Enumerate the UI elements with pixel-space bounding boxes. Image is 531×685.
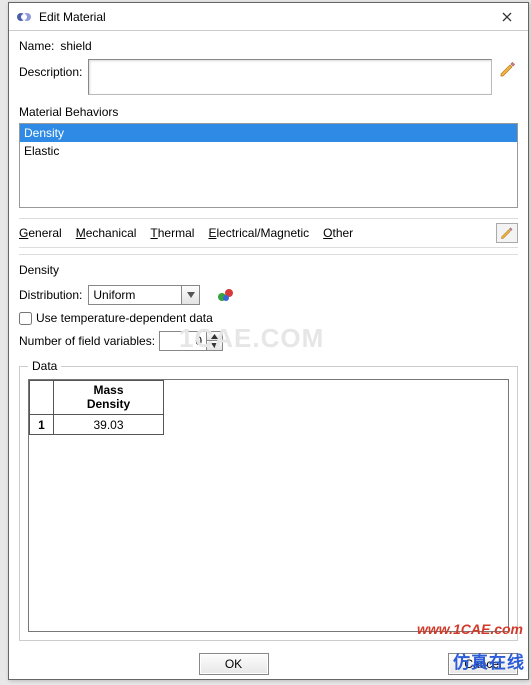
table-row[interactable]: 1 39.03: [30, 415, 164, 435]
dialog-body: Name: shield Description: Material Behav…: [9, 31, 528, 649]
field-vars-up[interactable]: [207, 331, 223, 341]
menu-general[interactable]: General: [19, 226, 62, 240]
edit-description-button[interactable]: [498, 59, 518, 79]
menu-mechanical[interactable]: Mechanical: [76, 226, 137, 240]
edit-material-window: Edit Material Name: shield Description: …: [8, 2, 529, 680]
behaviors-label: Material Behaviors: [19, 105, 518, 119]
distribution-icon[interactable]: [216, 285, 236, 305]
field-vars-row: Number of field variables:: [19, 331, 518, 351]
menubar: General Mechanical Thermal Electrical/Ma…: [19, 218, 518, 248]
behavior-item-density[interactable]: Density: [20, 124, 517, 142]
name-label: Name:: [19, 39, 54, 53]
distribution-select[interactable]: Uniform: [88, 285, 200, 305]
data-fieldset: Data Mass Density 1 39.03: [19, 359, 518, 641]
description-row: Description:: [19, 59, 518, 95]
section-title: Density: [19, 263, 518, 277]
menu-thermal[interactable]: Thermal: [150, 226, 194, 240]
window-title: Edit Material: [39, 10, 490, 24]
use-temp-label: Use temperature-dependent data: [36, 311, 213, 325]
description-label: Description:: [19, 59, 82, 79]
grid-cell-1-1[interactable]: 39.03: [54, 415, 164, 435]
grid-col-mass-density[interactable]: Mass Density: [54, 381, 164, 415]
use-temp-checkbox-row[interactable]: Use temperature-dependent data: [19, 311, 518, 325]
name-value: shield: [60, 39, 91, 53]
field-vars-label: Number of field variables:: [19, 334, 155, 348]
menu-edit-button[interactable]: [496, 223, 518, 243]
data-legend: Data: [28, 359, 61, 373]
distribution-label: Distribution:: [19, 288, 82, 302]
grid-corner: [30, 381, 54, 415]
chevron-down-icon[interactable]: [182, 285, 200, 305]
data-grid[interactable]: Mass Density 1 39.03: [28, 379, 509, 632]
name-row: Name: shield: [19, 39, 518, 53]
behavior-item-elastic[interactable]: Elastic: [20, 142, 517, 160]
field-vars-input[interactable]: [159, 331, 207, 351]
button-bar: OK Cancel: [9, 649, 528, 679]
description-input[interactable]: [88, 59, 492, 95]
app-icon: [15, 8, 33, 26]
menu-other[interactable]: Other: [323, 226, 353, 240]
field-vars-down[interactable]: [207, 341, 223, 351]
close-button[interactable]: [490, 5, 524, 29]
grid-row-1-header[interactable]: 1: [30, 415, 54, 435]
distribution-value[interactable]: Uniform: [88, 285, 182, 305]
behaviors-list[interactable]: Density Elastic: [19, 123, 518, 208]
menu-electrical[interactable]: Electrical/Magnetic: [208, 226, 309, 240]
cancel-button[interactable]: Cancel: [448, 653, 518, 675]
use-temp-checkbox[interactable]: [19, 312, 32, 325]
distribution-row: Distribution: Uniform: [19, 285, 518, 305]
ok-button[interactable]: OK: [199, 653, 269, 675]
titlebar: Edit Material: [9, 3, 528, 31]
